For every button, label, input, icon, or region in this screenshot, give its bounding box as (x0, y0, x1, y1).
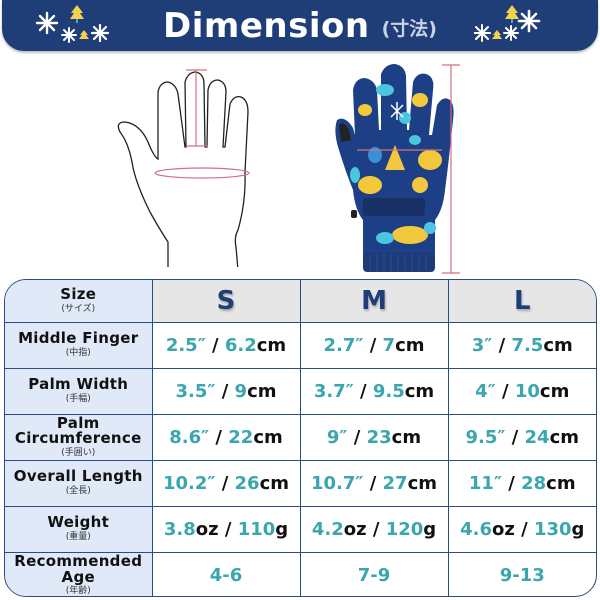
row-label: Middle Finger (18, 329, 139, 348)
row-label-jp: (重量) (65, 532, 91, 543)
age-cell: 9-13 (447, 551, 596, 596)
row-label-line2: Circumference (14, 429, 142, 448)
row-label-line2: Age (61, 567, 95, 586)
row-label-jp: (中指) (65, 348, 91, 359)
value-cell: 4″ / 10cm (447, 367, 596, 415)
value-cell: 10.7″ / 27cm (299, 459, 449, 507)
tree-icon (79, 30, 89, 39)
size-header-row: Size (サイズ) S M L (5, 280, 596, 323)
table-row-recommended-age: Recommended Age (年齢) 4-6 7-9 9-13 (5, 551, 596, 597)
row-label: Overall Length (13, 467, 143, 486)
age-cell: 4-6 (151, 551, 301, 596)
table-row-palm-circumference: Palm Circumference (手囲い) 8.6″ / 22cm 9″ … (5, 413, 596, 461)
row-label-jp: (全長) (65, 486, 91, 497)
snowflake-icon (517, 9, 541, 33)
snowflake-tree-decoration-right (474, 5, 541, 42)
kids-ski-glove-photo (335, 64, 460, 274)
table-row-palm-width: Palm Width (手幅) 3.5″ / 9cm 3.7″ / 9.5cm … (5, 367, 596, 415)
hand-outline-diagram (117, 69, 250, 267)
page-subtitle: (寸法) (381, 18, 437, 40)
value-cell: 2.5″ / 6.2cm (151, 321, 301, 369)
table-row-middle-finger: Middle Finger (中指) 2.5″ / 6.2cm 2.7″ / 7… (5, 321, 596, 369)
row-label: Size (60, 285, 97, 304)
row-label-cell: Palm Circumference (手囲い) (5, 413, 153, 461)
snowflake-icon (90, 23, 110, 43)
row-label-cell: Overall Length (全長) (5, 459, 153, 507)
row-label-cell: Weight (重量) (5, 505, 153, 553)
row-label-cell: Recommended Age (年齢) (5, 551, 153, 597)
size-header-l: L (447, 280, 596, 323)
snowflake-icon (474, 24, 491, 42)
row-label-jp: (手囲い) (61, 448, 96, 459)
value-cell: 2.7″ / 7cm (299, 321, 449, 369)
value-cell: 11″ / 28cm (447, 459, 596, 507)
size-header-m: M (299, 280, 449, 323)
tree-icon (70, 5, 84, 23)
value-cell: 10.2″ / 26cm (151, 459, 301, 507)
table-row-weight: Weight (重量) 3.8oz / 110g 4.2oz / 120g 4.… (5, 505, 596, 553)
row-label-jp: (サイズ) (61, 303, 96, 314)
glove-strap (363, 198, 425, 216)
title-banner: Dimension (寸法) (2, 0, 598, 51)
value-cell: 9.5″ / 24cm (447, 413, 596, 461)
row-label-jp: (手幅) (65, 394, 91, 405)
row-label: Weight (47, 513, 110, 532)
value-cell: 4.6oz / 130g (447, 505, 596, 553)
palm-circumference-measure-line (154, 167, 250, 179)
size-label-cell: Size (サイズ) (5, 280, 153, 323)
value-cell: 4.2oz / 120g (299, 505, 449, 553)
size-header-s: S (151, 280, 301, 323)
snowflake-icon (503, 25, 519, 41)
row-label-cell: Palm Width (手幅) (5, 367, 153, 415)
page-title: Dimension (163, 5, 370, 46)
value-cell: 8.6″ / 22cm (151, 413, 301, 461)
row-label: Palm Width (28, 375, 129, 394)
glove-toggle (351, 210, 357, 218)
size-chart-table: Size (サイズ) S M L Middle Finger (中指) 2.5″… (4, 279, 597, 597)
tree-icon (505, 5, 519, 23)
row-label-jp: (年齢) (65, 586, 91, 597)
tree-icon (492, 30, 502, 39)
snowflake-icon (35, 11, 59, 35)
table-row-overall-length: Overall Length (全長) 10.2″ / 26cm 10.7″ /… (5, 459, 596, 507)
value-cell: 3.8oz / 110g (151, 505, 301, 553)
snowflake-tree-decoration-left (35, 5, 110, 43)
value-cell: 3″ / 7.5cm (447, 321, 596, 369)
value-cell: 9″ / 23cm (299, 413, 449, 461)
hand-outline (117, 71, 249, 267)
snowflake-icon (61, 27, 77, 43)
age-cell: 7-9 (299, 551, 449, 596)
row-label-cell: Middle Finger (中指) (5, 321, 153, 369)
value-cell: 3.5″ / 9cm (151, 367, 301, 415)
value-cell: 3.7″ / 9.5cm (299, 367, 449, 415)
